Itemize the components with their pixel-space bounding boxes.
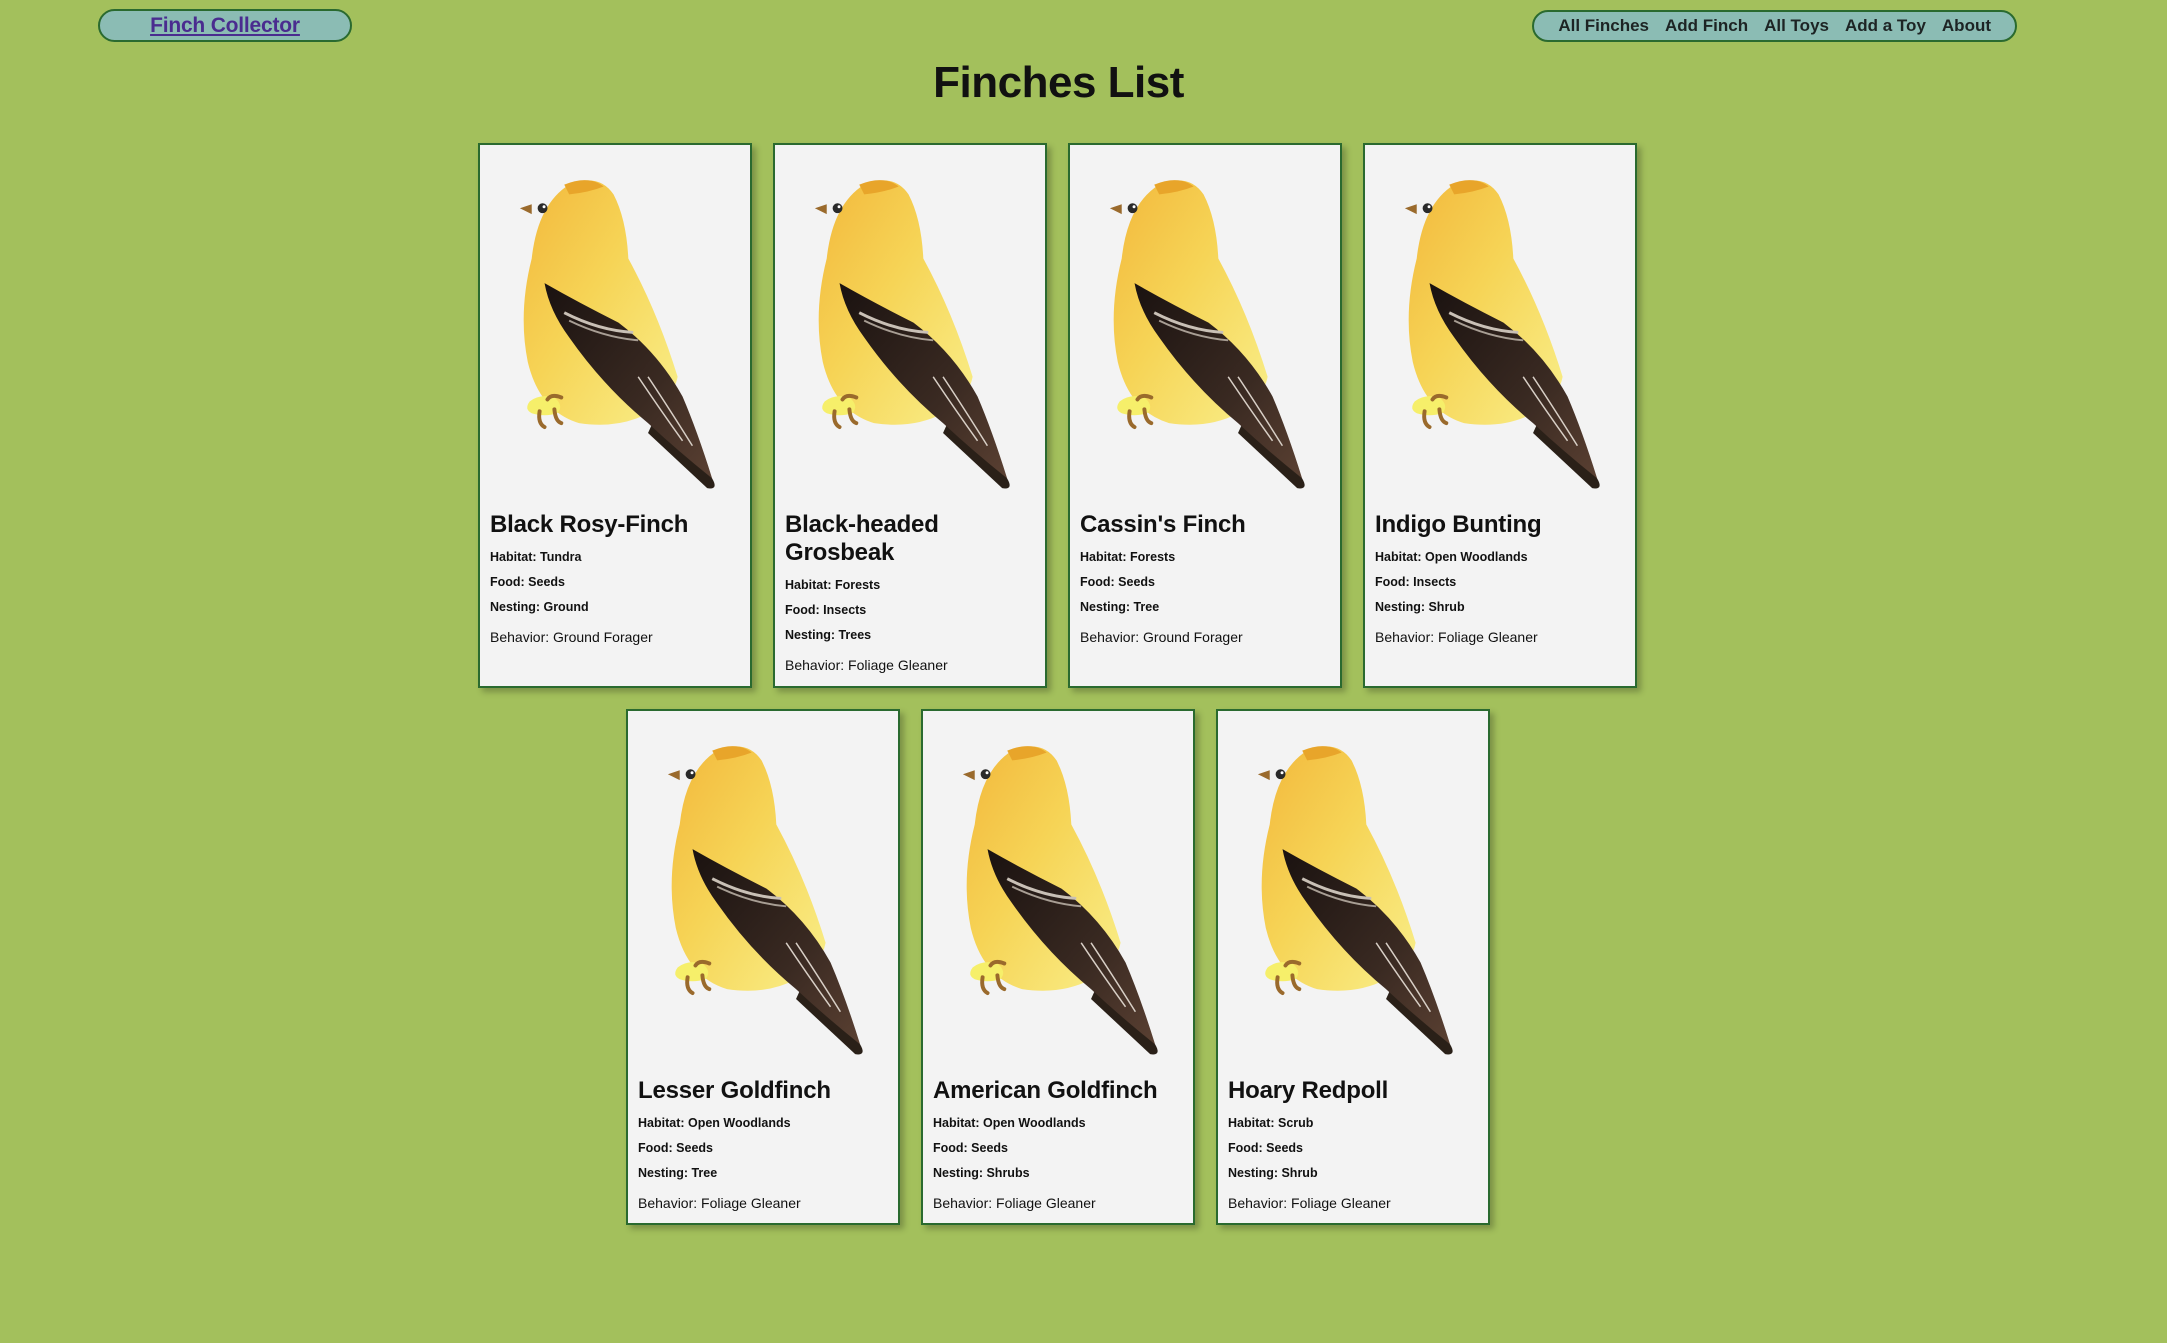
finch-behavior: Behavior: Ground Forager — [490, 629, 653, 645]
finch-food: Food: Seeds — [933, 1141, 1009, 1155]
finch-name: American Goldfinch — [933, 1077, 1158, 1104]
finch-nesting: Nesting: Tree — [1080, 600, 1160, 614]
finch-nesting: Nesting: Shrub — [1228, 1166, 1318, 1180]
finch-name: Cassin's Finch — [1080, 511, 1246, 538]
page-title: Finches List — [933, 58, 1184, 107]
finch-food: Food: Seeds — [1228, 1141, 1304, 1155]
finch-card[interactable]: American Goldfinch Habitat: Open Woodlan… — [921, 709, 1195, 1225]
nav-link-all-toys[interactable]: All Toys — [1764, 16, 1829, 36]
finch-habitat: Habitat: Scrub — [1228, 1116, 1314, 1130]
finch-food: Food: Seeds — [490, 575, 566, 589]
finch-card[interactable]: Indigo Bunting Habitat: Open Woodlands F… — [1363, 143, 1637, 688]
nav-link-add-a-toy[interactable]: Add a Toy — [1845, 16, 1926, 36]
finch-habitat: Habitat: Open Woodlands — [933, 1116, 1086, 1130]
finch-name: Black-headed Grosbeak — [785, 511, 939, 566]
finch-image — [1080, 155, 1332, 500]
nav-link-add-finch[interactable]: Add Finch — [1665, 16, 1748, 36]
finch-image — [638, 721, 890, 1066]
finch-behavior: Behavior: Foliage Gleaner — [933, 1195, 1096, 1211]
finch-card[interactable]: Black-headed Grosbeak Habitat: Forests F… — [773, 143, 1047, 688]
finch-name: Hoary Redpoll — [1228, 1077, 1389, 1104]
finch-card[interactable]: Cassin's Finch Habitat: Forests Food: Se… — [1068, 143, 1342, 688]
finch-nesting: Nesting: Trees — [785, 628, 872, 642]
finch-name: Indigo Bunting — [1375, 511, 1542, 538]
brand-link[interactable]: Finch Collector — [150, 14, 300, 38]
finch-card[interactable]: Black Rosy-Finch Habitat: Tundra Food: S… — [478, 143, 752, 688]
finch-name: Lesser Goldfinch — [638, 1077, 831, 1104]
finch-food: Food: Insects — [785, 603, 867, 617]
finch-habitat: Habitat: Forests — [1080, 550, 1176, 564]
finch-card[interactable]: Hoary Redpoll Habitat: Scrub Food: Seeds… — [1216, 709, 1490, 1225]
finch-habitat: Habitat: Open Woodlands — [1375, 550, 1528, 564]
main-nav: All Finches Add Finch All Toys Add a Toy… — [1532, 10, 2017, 42]
finch-food: Food: Insects — [1375, 575, 1457, 589]
brand-pill: Finch Collector — [98, 9, 352, 42]
nav-link-all-finches[interactable]: All Finches — [1558, 16, 1649, 36]
finch-name: Black Rosy-Finch — [490, 511, 689, 538]
finch-food: Food: Seeds — [1080, 575, 1156, 589]
finch-nesting: Nesting: Shrubs — [933, 1166, 1030, 1180]
finch-image — [490, 155, 742, 500]
finch-card[interactable]: Lesser Goldfinch Habitat: Open Woodlands… — [626, 709, 900, 1225]
finch-behavior: Behavior: Foliage Gleaner — [638, 1195, 801, 1211]
finch-image — [1228, 721, 1480, 1066]
finch-habitat: Habitat: Open Woodlands — [638, 1116, 791, 1130]
finch-behavior: Behavior: Ground Forager — [1080, 629, 1243, 645]
finch-food: Food: Seeds — [638, 1141, 714, 1155]
finch-behavior: Behavior: Foliage Gleaner — [785, 657, 948, 673]
finch-image — [785, 155, 1037, 500]
finch-habitat: Habitat: Tundra — [490, 550, 582, 564]
finch-image — [1375, 155, 1627, 500]
finch-nesting: Nesting: Shrub — [1375, 600, 1465, 614]
finch-habitat: Habitat: Forests — [785, 578, 881, 592]
finch-nesting: Nesting: Tree — [638, 1166, 718, 1180]
finch-behavior: Behavior: Foliage Gleaner — [1228, 1195, 1391, 1211]
finch-nesting: Nesting: Ground — [490, 600, 589, 614]
nav-link-about[interactable]: About — [1942, 16, 1991, 36]
finch-behavior: Behavior: Foliage Gleaner — [1375, 629, 1538, 645]
finch-image — [933, 721, 1185, 1066]
